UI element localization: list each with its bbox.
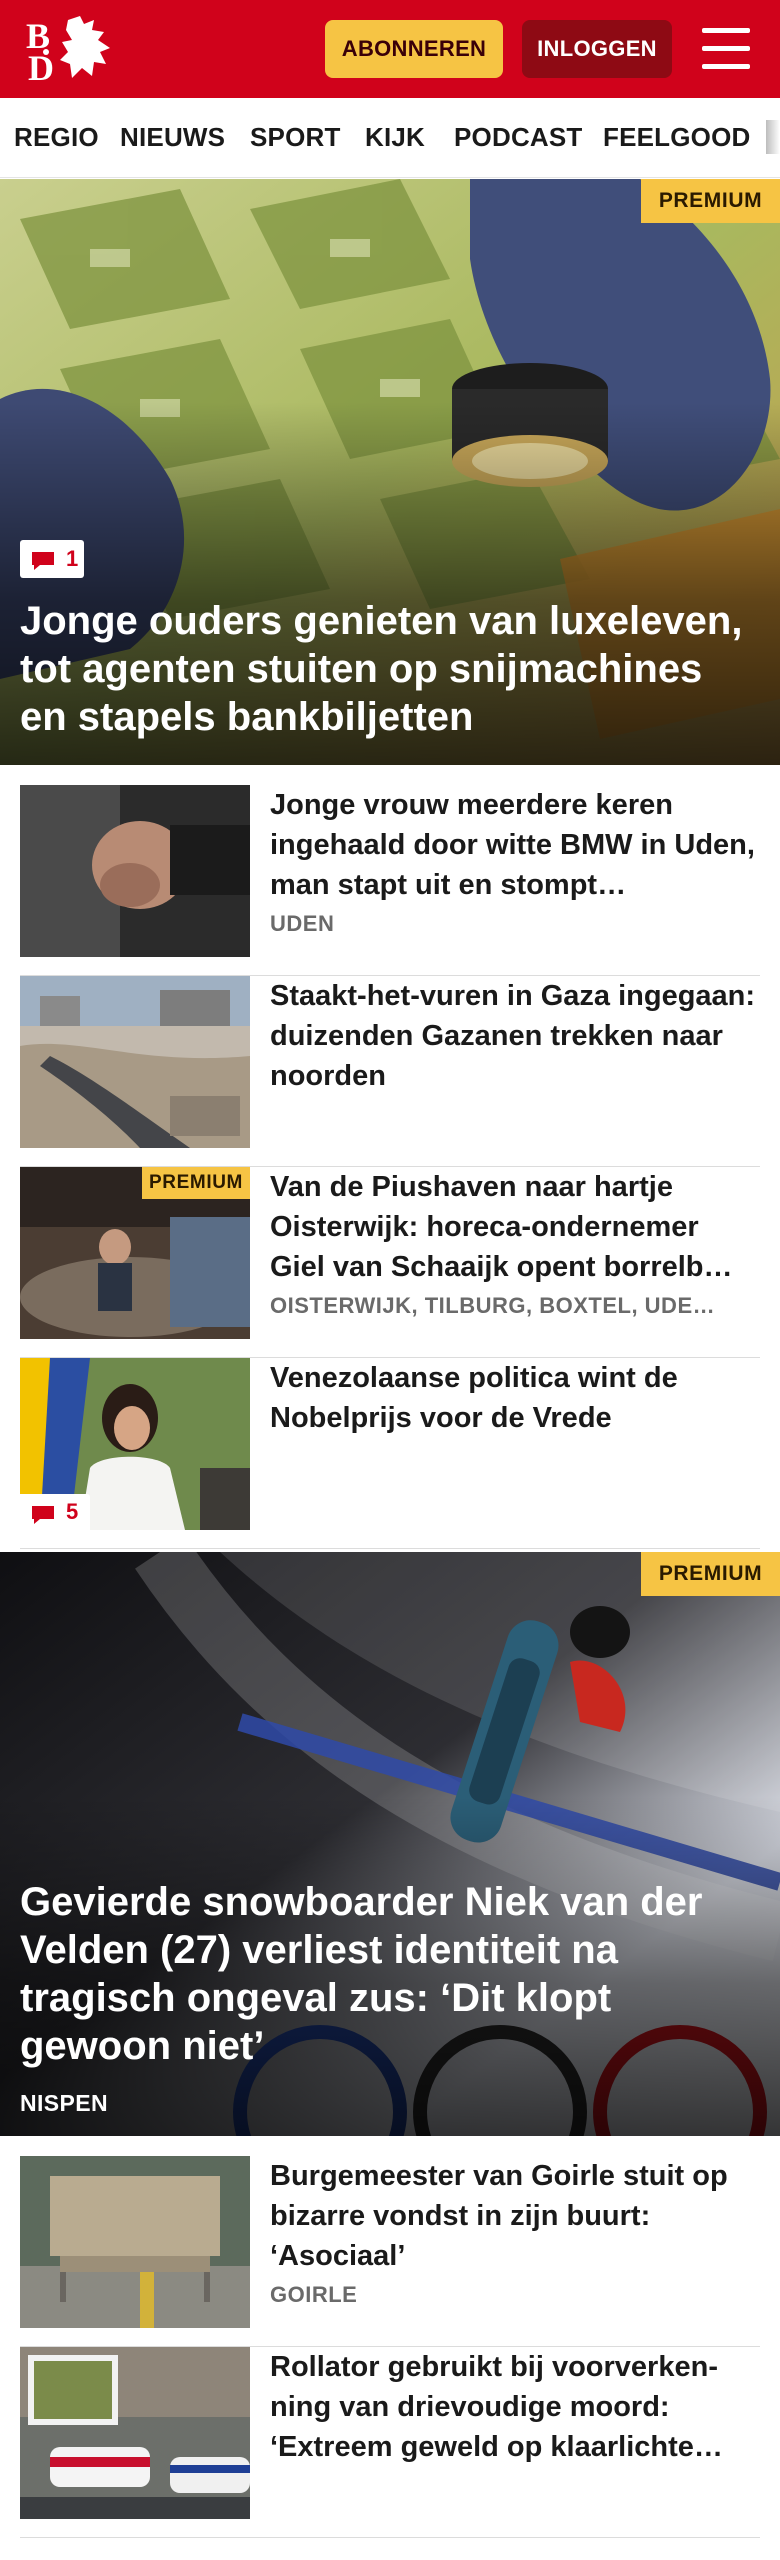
nav-item-feelgood[interactable]: FEELGOOD [603, 122, 751, 153]
login-button[interactable]: INLOGGEN [522, 20, 672, 78]
svg-text:D: D [28, 48, 54, 84]
nav-item-nieuws[interactable]: NIEUWS [120, 122, 225, 153]
comment-count-badge[interactable]: 5 [20, 1494, 90, 1530]
hero-article-1[interactable]: PREMIUM 1 Jonge ouders genieten van luxe… [0, 179, 780, 765]
premium-badge: PREMIUM [641, 179, 780, 223]
hamburger-menu-icon[interactable] [694, 22, 758, 76]
hero-headline[interactable]: Jonge ouders genieten van luxeleven, tot… [20, 597, 760, 741]
list-item[interactable]: Jonge vrouw meerdere keren ingehaald doo… [20, 785, 760, 976]
list-item[interactable]: Staakt-het-vuren in Gaza ingegaan: duize… [20, 976, 760, 1167]
comment-icon [32, 552, 54, 570]
site-header: B D ABONNEREN INLOGGEN [0, 0, 780, 98]
article-headline[interactable]: Venezolaanse politica wint de Nobelprijs… [270, 1358, 760, 1438]
article-headline[interactable]: Staakt-het-vuren in Gaza ingegaan: duize… [270, 976, 760, 1096]
article-headline[interactable]: Rollator gebruikt bij voorverken­ning va… [270, 2347, 760, 2467]
article-thumbnail: PREMIUM [20, 1167, 250, 1339]
premium-badge: PREMIUM [142, 1167, 250, 1199]
article-location: OISTERWIJK, TILBURG, BOXTEL, UDE… [270, 1293, 716, 1318]
bd-logo[interactable]: B D [22, 14, 118, 88]
article-thumbnail [20, 2347, 250, 2519]
comment-icon [32, 1506, 54, 1524]
nav-item-kijk[interactable]: KIJK [365, 122, 425, 153]
nav-overflow-indicator [766, 120, 780, 154]
comment-count: 1 [66, 546, 79, 571]
list-item[interactable]: Burgemeester van Goirle stuit op bizarre… [20, 2156, 760, 2347]
article-thumbnail [20, 976, 250, 1148]
article-headline[interactable]: Burgemeester van Goirle stuit op bizarre… [270, 2156, 760, 2276]
comment-count: 5 [66, 1499, 79, 1524]
article-thumbnail [20, 785, 250, 957]
article-location: GOIRLE [270, 2282, 358, 2307]
section-nav: REGIO NIEUWS SPORT KIJK PODCAST FEELGOOD [0, 98, 780, 178]
article-headline[interactable]: Van de Piushaven naar hartje Oisterwijk:… [270, 1167, 760, 1287]
article-thumbnail [20, 2156, 250, 2328]
nav-item-sport[interactable]: SPORT [250, 122, 341, 153]
list-item[interactable]: PREMIUM Van de Piushaven naar hartje Ois… [20, 1167, 760, 1358]
list-item[interactable]: Rollator gebruikt bij voorverken­ning va… [20, 2347, 760, 2538]
hero-headline[interactable]: Gevierde snowboarder Niek van der Velden… [20, 1878, 760, 2070]
list-item[interactable]: 5 Venezolaanse politica wint de Nobelpri… [20, 1358, 760, 1549]
nav-item-podcast[interactable]: PODCAST [454, 122, 583, 153]
subscribe-button[interactable]: ABONNEREN [325, 20, 503, 78]
article-thumbnail: 5 [20, 1358, 250, 1530]
comment-count-badge[interactable]: 1 [20, 540, 84, 578]
premium-badge: PREMIUM [641, 1552, 780, 1596]
article-location: UDEN [270, 911, 335, 936]
hero-location: NISPEN [20, 2090, 109, 2116]
nav-item-regio[interactable]: REGIO [14, 122, 99, 153]
article-headline[interactable]: Jonge vrouw meerdere keren ingehaald doo… [270, 785, 760, 905]
hero-article-2[interactable]: PREMIUM Gevierde snowboarder Niek van de… [0, 1552, 780, 2136]
